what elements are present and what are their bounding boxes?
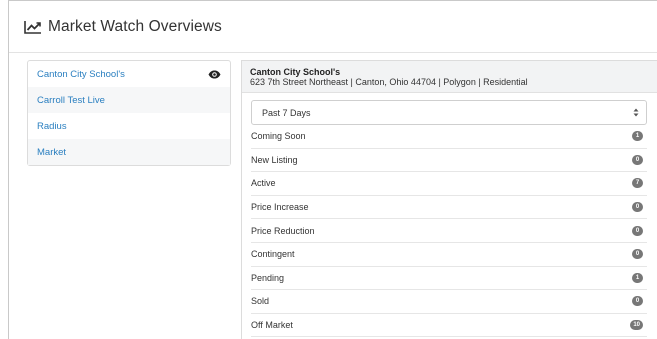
count-badge: 0 bbox=[632, 154, 643, 165]
count-badge: 0 bbox=[632, 296, 643, 307]
panel-header: Canton City School's 623 7th Street Nort… bbox=[242, 61, 657, 93]
status-label: Price Increase bbox=[251, 202, 309, 213]
status-label: Contingent bbox=[251, 249, 295, 260]
page-title: Market Watch Overviews bbox=[48, 17, 222, 35]
status-row[interactable]: Contingent 0 bbox=[251, 243, 647, 267]
select-caret-icon bbox=[633, 108, 639, 117]
count-badge: 0 bbox=[632, 225, 643, 236]
status-row[interactable]: New Listing 0 bbox=[251, 149, 647, 173]
status-row[interactable]: Coming Soon 1 bbox=[251, 125, 647, 149]
saved-search-label: Carroll Test Live bbox=[37, 94, 105, 106]
overview-panel: Canton City School's 623 7th Street Nort… bbox=[241, 60, 657, 339]
market-watch-window: Market Watch Overviews Canton City Schoo… bbox=[8, 0, 657, 339]
status-row[interactable]: Active 7 bbox=[251, 172, 647, 196]
page-header: Market Watch Overviews bbox=[9, 1, 657, 53]
saved-searches-list: Canton City School's Carroll Test Live R… bbox=[27, 60, 231, 166]
saved-search-label: Market bbox=[37, 146, 67, 158]
saved-search-item[interactable]: Radius bbox=[28, 113, 230, 139]
count-badge: 1 bbox=[632, 131, 643, 142]
status-row[interactable]: Price Reduction 0 bbox=[251, 219, 647, 243]
area-address: 623 7th Street Northeast | Canton, Ohio … bbox=[250, 77, 528, 87]
count-badge: 10 bbox=[630, 320, 643, 331]
status-list: Coming Soon 1 New Listing 0 Active 7 Pri… bbox=[251, 125, 647, 338]
status-label: Active bbox=[251, 178, 276, 189]
chart-line-icon bbox=[24, 20, 42, 34]
count-badge: 7 bbox=[632, 178, 643, 189]
saved-search-item[interactable]: Carroll Test Live bbox=[28, 87, 230, 113]
count-badge: 0 bbox=[632, 249, 643, 260]
status-row[interactable]: Price Increase 0 bbox=[251, 196, 647, 220]
saved-search-label: Canton City School's bbox=[37, 68, 125, 80]
count-badge: 1 bbox=[632, 272, 643, 283]
status-label: Coming Soon bbox=[251, 131, 306, 142]
status-label: New Listing bbox=[251, 154, 298, 165]
status-row[interactable]: Off Market 10 bbox=[251, 314, 647, 338]
status-label: Pending bbox=[251, 272, 285, 283]
status-label: Sold bbox=[251, 296, 270, 307]
eye-icon[interactable] bbox=[208, 70, 221, 79]
status-row[interactable]: Pending 1 bbox=[251, 267, 647, 291]
period-select[interactable]: Past 7 Days bbox=[251, 100, 647, 125]
status-row[interactable]: Sold 0 bbox=[251, 290, 647, 314]
status-label: Price Reduction bbox=[251, 225, 315, 236]
area-name: Canton City School's bbox=[250, 67, 341, 77]
count-badge: 0 bbox=[632, 202, 643, 213]
saved-search-label: Radius bbox=[37, 120, 67, 132]
saved-search-item[interactable]: Canton City School's bbox=[28, 61, 230, 87]
saved-search-item[interactable]: Market bbox=[28, 139, 230, 165]
status-label: Off Market bbox=[251, 320, 293, 331]
period-select-value: Past 7 Days bbox=[262, 107, 311, 118]
